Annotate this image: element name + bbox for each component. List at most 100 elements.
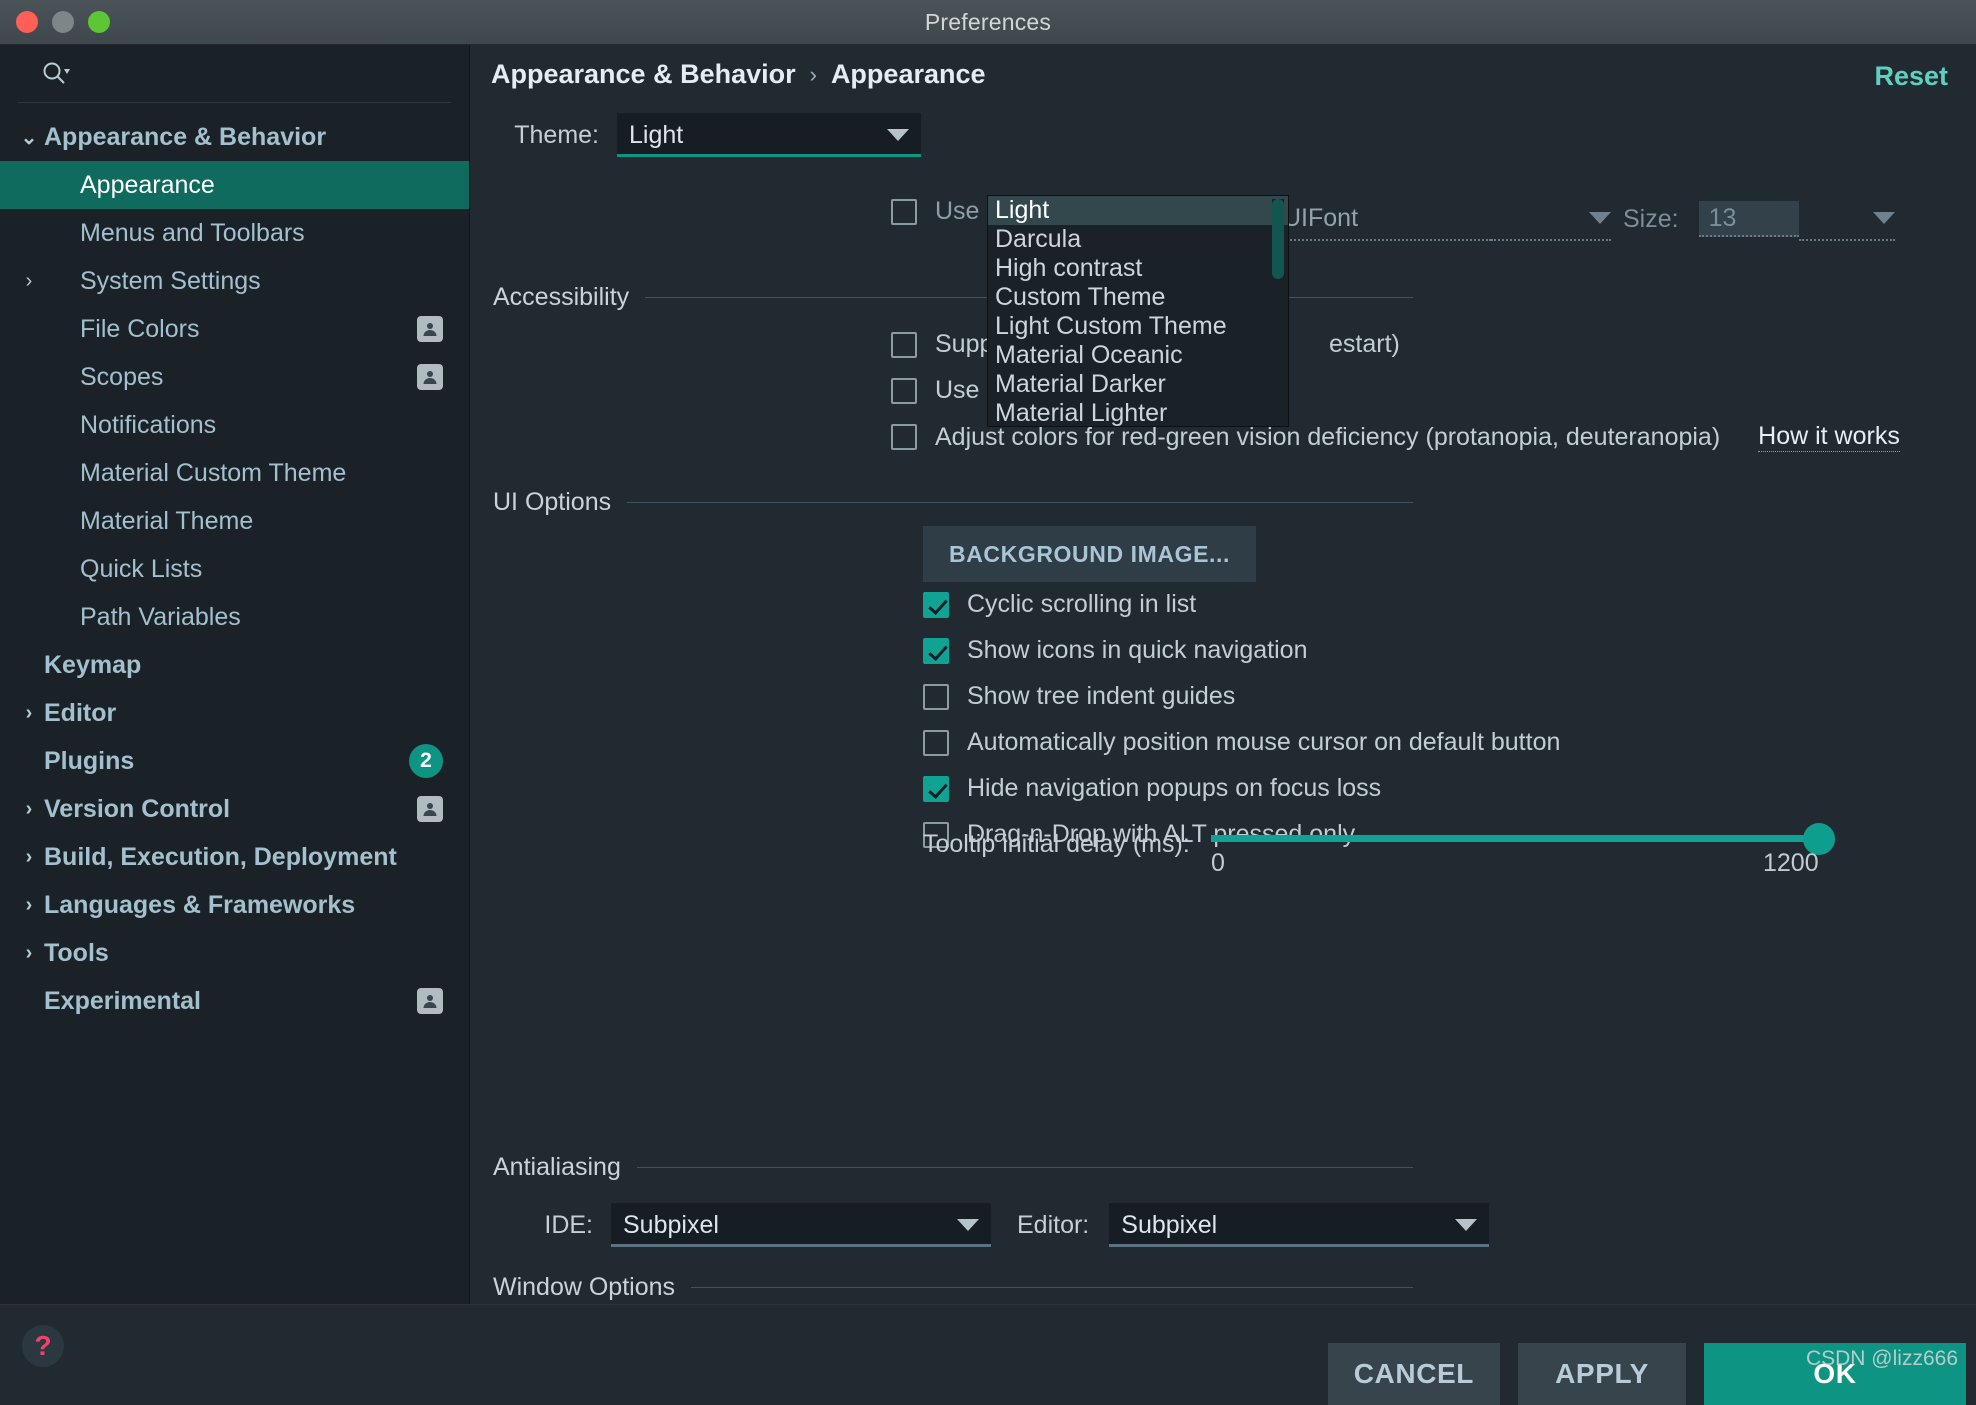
window-title: Preferences [0, 9, 1976, 36]
ui-option-checkbox[interactable] [923, 684, 949, 710]
sidebar-item-menus-and-toolbars[interactable]: Menus and Toolbars [0, 209, 469, 257]
apply-button[interactable]: APPLY [1518, 1343, 1686, 1405]
ui-option-checkbox[interactable] [923, 776, 949, 802]
settings-tree[interactable]: ⌄Appearance & Behavior Appearance Menus an… [0, 103, 469, 1025]
window-options-section-header: Window Options [393, 1273, 1413, 1302]
theme-option-darcula[interactable]: Darcula [988, 225, 1288, 254]
ide-antialiasing-select[interactable]: Subpixel [611, 1203, 991, 1247]
search-input[interactable] [82, 60, 429, 88]
settings-main-panel: Appearance & Behavior › Appearance Reset… [471, 45, 1976, 1304]
chevron-right-icon[interactable]: › [14, 270, 44, 293]
sidebar-item-file-colors[interactable]: File Colors [0, 305, 469, 353]
accessibility-support-screenreader-row[interactable]: Supp [891, 330, 993, 359]
ui-option-label: Cyclic scrolling in list [967, 590, 1196, 619]
breadcrumb-leaf: Appearance [831, 59, 986, 90]
breadcrumb-root[interactable]: Appearance & Behavior [491, 59, 796, 90]
ui-option-checkbox[interactable] [923, 730, 949, 756]
ui-option-row[interactable]: Show tree indent guides [923, 682, 1235, 711]
background-image-button[interactable]: BACKGROUND IMAGE... [923, 526, 1256, 582]
sidebar-item-label: Path Variables [80, 603, 443, 632]
ui-option-label: Show tree indent guides [967, 682, 1235, 711]
chevron-right-icon[interactable]: › [14, 894, 44, 917]
cancel-button[interactable]: CANCEL [1328, 1343, 1500, 1405]
search-row[interactable] [18, 45, 451, 103]
slider-track[interactable] [1211, 835, 1821, 842]
chevron-down-icon[interactable]: ⌄ [14, 125, 44, 150]
dropdown-scrollbar-thumb[interactable] [1272, 199, 1284, 279]
sidebar-item-keymap[interactable]: Keymap [0, 641, 469, 689]
sidebar-item-editor[interactable]: ›Editor [0, 689, 469, 737]
ui-option-label: Automatically position mouse cursor on d… [967, 728, 1560, 757]
theme-select[interactable]: Light [617, 113, 921, 157]
sidebar-item-scopes[interactable]: Scopes [0, 353, 469, 401]
theme-dropdown-popup[interactable]: LightDarculaHigh contrastCustom ThemeLig… [987, 195, 1289, 427]
sidebar-item-label: Plugins [44, 747, 409, 776]
tooltip-delay-label: Tooltip initial delay (ms): [923, 830, 1190, 859]
theme-option-material-lighter[interactable]: Material Lighter [988, 399, 1288, 427]
ui-font-value: UIFont [1283, 197, 1491, 241]
window-options-section-title: Window Options [493, 1273, 675, 1302]
sidebar-item-version-control[interactable]: ›Version Control [0, 785, 469, 833]
sidebar-item-path-variables[interactable]: Path Variables [0, 593, 469, 641]
theme-option-light[interactable]: Light [988, 196, 1288, 225]
chevron-right-icon[interactable]: › [14, 942, 44, 965]
sidebar-item-plugins[interactable]: Plugins2 [0, 737, 469, 785]
accessibility-section-title: Accessibility [493, 283, 629, 312]
reset-link[interactable]: Reset [1874, 61, 1948, 92]
ui-option-checkbox[interactable] [923, 638, 949, 664]
sidebar-item-experimental[interactable]: Experimental [0, 977, 469, 1025]
support-screenreader-label: Supp [935, 330, 993, 359]
sidebar-item-label: System Settings [80, 267, 443, 296]
theme-option-material-darker[interactable]: Material Darker [988, 370, 1288, 399]
use-custom-font-checkbox[interactable] [891, 199, 917, 225]
sidebar-item-label: Appearance & Behavior [44, 123, 443, 152]
chevron-right-icon[interactable]: › [14, 702, 44, 725]
sidebar-item-notifications[interactable]: Notifications [0, 401, 469, 449]
chevron-right-icon[interactable]: › [14, 798, 44, 821]
tooltip-delay-row: Tooltip initial delay (ms): [923, 830, 1190, 859]
ui-font-select[interactable]: UIFont [1283, 197, 1611, 241]
watermark: CSDN @lizz666 [1806, 1347, 1958, 1371]
font-size-input[interactable]: 13 [1699, 201, 1799, 237]
help-button[interactable]: ? [22, 1325, 64, 1367]
sidebar-item-label: Scopes [80, 363, 417, 392]
sidebar-item-label: Experimental [44, 987, 417, 1016]
antialiasing-section-title: Antialiasing [493, 1153, 621, 1182]
ui-option-row[interactable]: Cyclic scrolling in list [923, 590, 1196, 619]
slider-min-label: 0 [1211, 849, 1225, 878]
theme-option-material-oceanic[interactable]: Material Oceanic [988, 341, 1288, 370]
editor-antialiasing-select[interactable]: Subpixel [1109, 1203, 1489, 1247]
sidebar-item-label: File Colors [80, 315, 417, 344]
ui-option-row[interactable]: Automatically position mouse cursor on d… [923, 728, 1560, 757]
search-icon[interactable] [40, 59, 70, 89]
how-it-works-link[interactable]: How it works [1758, 422, 1900, 452]
sidebar-item-appearance-behavior[interactable]: ⌄Appearance & Behavior [0, 113, 469, 161]
sidebar-item-tools[interactable]: ›Tools [0, 929, 469, 977]
sidebar-item-label: Notifications [80, 411, 443, 440]
sidebar-item-build-execution-deployment[interactable]: ›Build, Execution, Deployment [0, 833, 469, 881]
ui-option-checkbox[interactable] [923, 592, 949, 618]
settings-sidebar: ⌄Appearance & Behavior Appearance Menus an… [0, 45, 470, 1304]
ui-options-section-title: UI Options [493, 488, 611, 517]
ui-option-row[interactable]: Show icons in quick navigation [923, 636, 1307, 665]
theme-option-light-custom-theme[interactable]: Light Custom Theme [988, 312, 1288, 341]
sidebar-item-quick-lists[interactable]: Quick Lists [0, 545, 469, 593]
sidebar-item-label: Menus and Toolbars [80, 219, 443, 248]
ui-option-row[interactable]: Hide navigation popups on focus loss [923, 774, 1381, 803]
chevron-down-icon [887, 129, 909, 141]
sidebar-item-label: Build, Execution, Deployment [44, 843, 443, 872]
accessibility-contrast-scrollbars-row[interactable]: Use c [891, 376, 999, 405]
theme-option-high-contrast[interactable]: High contrast [988, 254, 1288, 283]
theme-option-custom-theme[interactable]: Custom Theme [988, 283, 1288, 312]
slider-max-label: 1200 [1763, 849, 1819, 878]
breadcrumb: Appearance & Behavior › Appearance [491, 59, 986, 90]
colorblind-adjust-checkbox[interactable] [891, 424, 917, 450]
contrast-scrollbars-checkbox[interactable] [891, 378, 917, 404]
tooltip-delay-slider[interactable]: 0 1200 [1211, 835, 1821, 885]
font-size-row: Size: 13 [1623, 197, 1895, 241]
sidebar-item-appearance[interactable]: Appearance [0, 161, 469, 209]
support-screenreader-checkbox[interactable] [891, 332, 917, 358]
sidebar-item-languages-frameworks[interactable]: ›Languages & Frameworks [0, 881, 469, 929]
chevron-right-icon[interactable]: › [14, 846, 44, 869]
sidebar-item-label: Appearance [80, 171, 443, 200]
